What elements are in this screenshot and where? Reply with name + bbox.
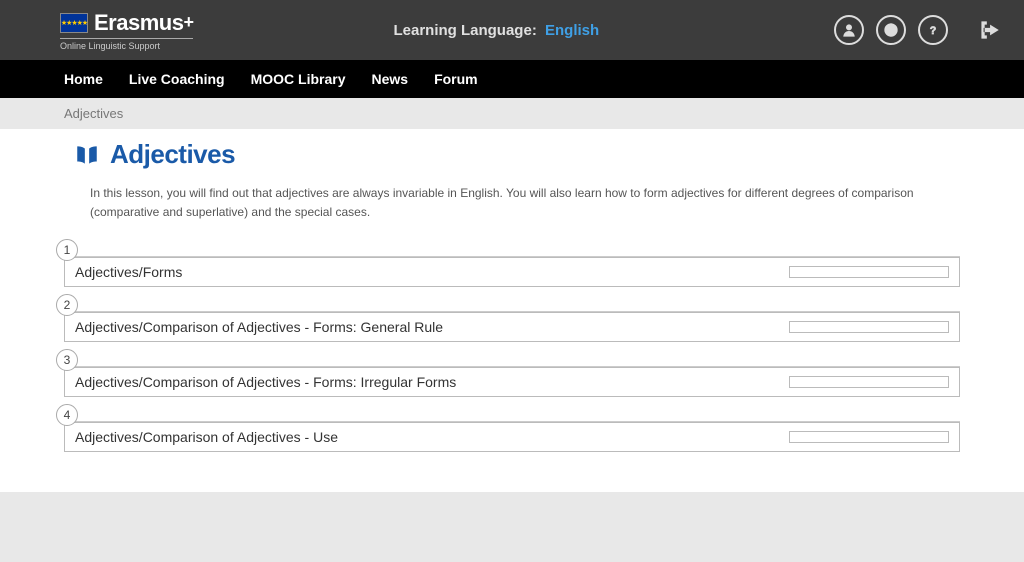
nav-forum[interactable]: Forum [434, 71, 478, 87]
profile-icon[interactable] [834, 15, 864, 45]
nav-live-coaching[interactable]: Live Coaching [129, 71, 225, 87]
main-nav: Home Live Coaching MOOC Library News For… [0, 60, 1024, 98]
main-content: Adjectives In this lesson, you will find… [0, 129, 1024, 492]
lesson-list: 1Adjectives/Forms 2Adjectives/Comparison … [0, 256, 1024, 452]
lesson-title: Adjectives/Comparison of Adjectives - Us… [75, 429, 338, 445]
topbar-actions: ? [834, 15, 1004, 45]
page-title-row: Adjectives [0, 139, 1024, 184]
globe-icon[interactable] [876, 15, 906, 45]
lesson-title: Adjectives/Forms [75, 264, 182, 280]
lesson-progress-bar [789, 266, 949, 278]
lesson-progress-bar [789, 376, 949, 388]
breadcrumb[interactable]: Adjectives [0, 98, 1024, 129]
lesson-item: 2Adjectives/Comparison of Adjectives - F… [64, 311, 960, 342]
lesson-item: 4Adjectives/Comparison of Adjectives - U… [64, 421, 960, 452]
lesson-item: 1Adjectives/Forms [64, 256, 960, 287]
logout-icon[interactable] [974, 15, 1004, 45]
book-icon [74, 142, 100, 168]
nav-news[interactable]: News [372, 71, 409, 87]
lesson-row[interactable]: Adjectives/Comparison of Adjectives - Fo… [64, 367, 960, 397]
learning-language-value: English [545, 22, 599, 39]
svg-text:?: ? [930, 25, 937, 37]
help-icon[interactable]: ? [918, 15, 948, 45]
nav-mooc-library[interactable]: MOOC Library [251, 71, 346, 87]
learning-language-label: Learning Language: [393, 22, 536, 39]
lesson-title: Adjectives/Comparison of Adjectives - Fo… [75, 319, 443, 335]
eu-flag-icon: ★★★★★ [60, 13, 88, 33]
lesson-item: 3Adjectives/Comparison of Adjectives - F… [64, 366, 960, 397]
page-intro: In this lesson, you will find out that a… [0, 184, 1024, 232]
lesson-row[interactable]: Adjectives/Comparison of Adjectives - Fo… [64, 312, 960, 342]
brand-name: Erasmus [94, 10, 183, 35]
lesson-row[interactable]: Adjectives/Comparison of Adjectives - Us… [64, 422, 960, 452]
brand-plus: + [183, 12, 193, 32]
brand-subtitle: Online Linguistic Support [60, 38, 193, 51]
lesson-title: Adjectives/Comparison of Adjectives - Fo… [75, 374, 456, 390]
top-bar: ★★★★★ Erasmus+ Online Linguistic Support… [0, 0, 1024, 60]
lesson-progress-bar [789, 431, 949, 443]
lesson-progress-bar [789, 321, 949, 333]
page-title: Adjectives [110, 139, 235, 170]
brand-logo[interactable]: ★★★★★ Erasmus+ Online Linguistic Support [60, 10, 193, 51]
nav-home[interactable]: Home [64, 71, 103, 87]
learning-language[interactable]: Learning Language: English [393, 22, 599, 39]
lesson-row[interactable]: Adjectives/Forms [64, 257, 960, 287]
